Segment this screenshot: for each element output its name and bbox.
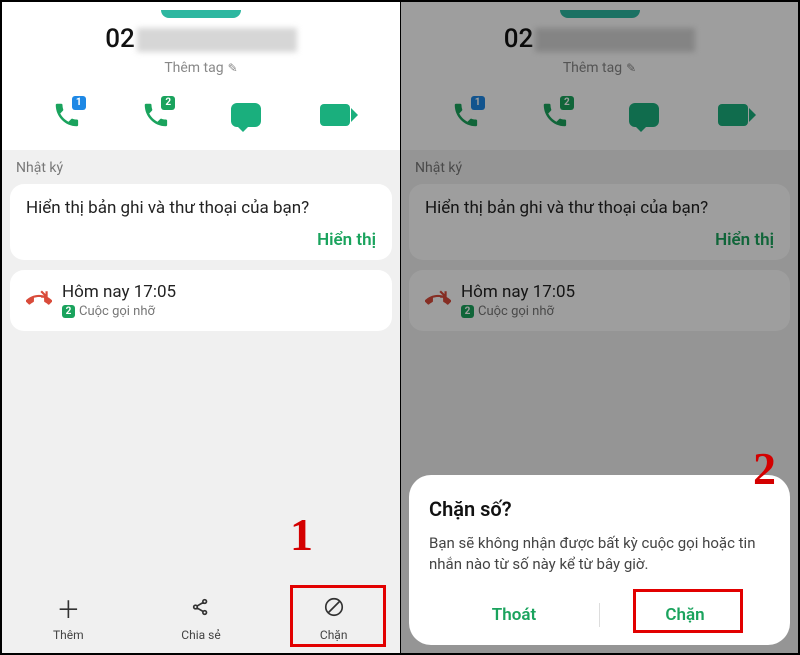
video-icon [320,104,350,126]
share-icon [135,596,268,624]
modal-body: Bạn sẽ không nhận được bất kỳ cuộc gọi h… [429,533,770,575]
contact-actions: 1 2 [2,90,400,150]
add-button[interactable]: ＋ Thêm [2,596,135,643]
missed-call-icon [26,288,52,314]
avatar [161,10,241,18]
recents-header: Nhật ký [2,150,400,184]
voicemail-prompt-card: Hiển thị bản ghi và thư thoại của bạn? H… [10,184,392,260]
block-confirm-modal: Chặn số? Bạn sẽ không nhận được bất kỳ c… [409,475,790,645]
modal-buttons: Thoát Chặn [429,593,770,637]
pencil-icon: ✎ [228,61,238,75]
call-sim2-button[interactable]: 2 [141,100,171,134]
add-tag-button[interactable]: Thêm tag✎ [2,60,400,76]
share-button[interactable]: Chia sẻ [135,596,268,643]
bottom-toolbar: ＋ Thêm Chia sẻ Chặn [2,590,400,653]
modal-confirm-button[interactable]: Chặn [600,593,770,637]
call-type: 2Cuộc gọi nhỡ [62,304,176,319]
call-log-entry[interactable]: Hôm nay 17:05 2Cuộc gọi nhỡ [10,270,392,331]
sim-badge-1: 1 [72,96,86,110]
call-time: Hôm nay 17:05 [62,282,176,302]
annotation-step-2: 2 [753,442,776,495]
sim-badge-2: 2 [161,96,175,110]
redacted-number [137,28,297,52]
call-details: Hôm nay 17:05 2Cuộc gọi nhỡ [62,282,176,319]
block-icon [267,596,400,624]
modal-title: Chặn số? [429,497,770,521]
annotation-step-1: 1 [290,508,313,561]
contact-header: 02 Thêm tag✎ [2,2,400,90]
chat-icon [231,103,261,127]
message-button[interactable] [231,100,261,134]
right-screenshot: 02 Thêm tag✎ 1 2 Nhật ký Hiển thị bản gh… [400,2,798,653]
voicemail-prompt-text: Hiển thị bản ghi và thư thoại của bạn? [26,198,376,218]
plus-icon: ＋ [2,596,135,624]
phone-number: 02 [2,24,400,54]
modal-cancel-button[interactable]: Thoát [429,593,599,637]
left-screenshot: 02 Thêm tag✎ 1 2 Nhật ký Hiển thị bản gh… [2,2,400,653]
call-sim1-button[interactable]: 1 [52,100,82,134]
video-call-button[interactable] [320,100,350,134]
voicemail-show-button[interactable]: Hiển thị [26,230,376,250]
block-button[interactable]: Chặn [267,596,400,643]
sim-badge-mini: 2 [62,305,75,318]
